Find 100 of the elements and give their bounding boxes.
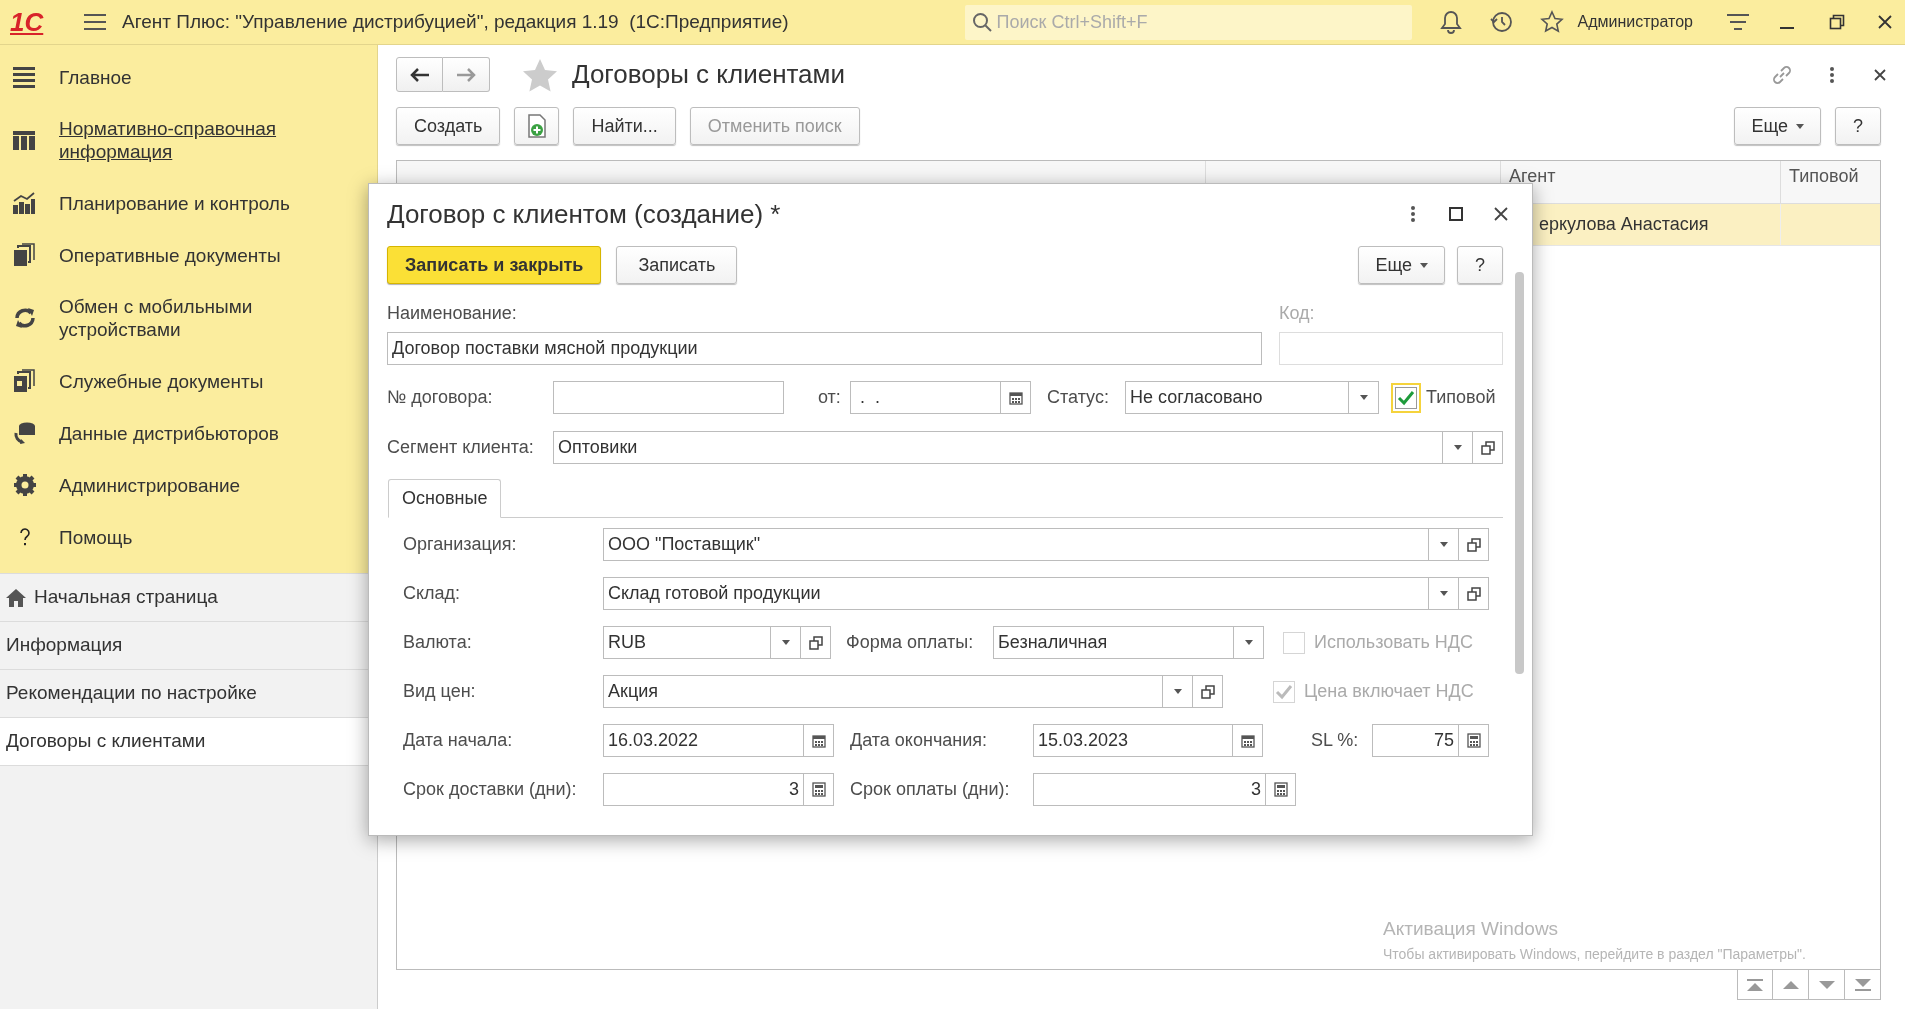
calculator-icon[interactable] bbox=[1273, 782, 1288, 797]
calculator-button[interactable] bbox=[804, 773, 834, 806]
stacked-documents-icon bbox=[13, 369, 37, 393]
star-icon[interactable] bbox=[522, 57, 558, 92]
user-name[interactable]: Администратор bbox=[1577, 10, 1693, 34]
open-button[interactable] bbox=[1459, 577, 1489, 610]
open-icon[interactable] bbox=[808, 635, 823, 650]
more-button[interactable]: Еще bbox=[1358, 246, 1445, 284]
scroll-bottom-button[interactable] bbox=[1845, 970, 1881, 1000]
dropdown-field[interactable]: RUB bbox=[603, 626, 771, 659]
scrollbar-thumb[interactable] bbox=[1515, 272, 1524, 674]
caret-icon[interactable] bbox=[1244, 640, 1253, 645]
calendar-button[interactable] bbox=[1233, 724, 1263, 757]
sidebar-item[interactable]: Обмен с мобильными устройствами bbox=[59, 295, 299, 341]
dropdown-field[interactable]: Безналичная bbox=[993, 626, 1234, 659]
help-button[interactable]: ? bbox=[1457, 246, 1503, 284]
scroll-top-button[interactable] bbox=[1737, 970, 1773, 1000]
page-title: Договоры с клиентами bbox=[572, 58, 845, 91]
sidebar-item[interactable]: Администрирование bbox=[59, 473, 299, 497]
calendar-icon[interactable] bbox=[1008, 390, 1023, 405]
star-icon[interactable] bbox=[1539, 10, 1564, 34]
search-field[interactable]: Поиск Ctrl+Shift+F bbox=[964, 4, 1412, 40]
calculator-icon[interactable] bbox=[811, 782, 826, 797]
sidebar-item[interactable]: Служебные документы bbox=[59, 369, 299, 393]
dropdown-field[interactable]: Оптовики bbox=[553, 431, 1443, 464]
calendar-button[interactable] bbox=[804, 724, 834, 757]
close-icon[interactable] bbox=[1493, 206, 1509, 222]
scroll-up-button[interactable] bbox=[1773, 970, 1809, 1000]
kebab-icon[interactable] bbox=[1410, 205, 1416, 223]
checkmark-icon bbox=[1397, 389, 1415, 406]
sidebar-item[interactable]: Оперативные документы bbox=[59, 243, 299, 267]
calculator-icon[interactable] bbox=[1466, 733, 1481, 748]
back-button[interactable] bbox=[396, 57, 443, 92]
toolbar-button[interactable]: Найти... bbox=[573, 107, 676, 145]
dropdown-field[interactable]: Не согласовано bbox=[1125, 381, 1349, 414]
field-label: Сегмент клиента: bbox=[387, 436, 535, 459]
open-button[interactable] bbox=[801, 626, 831, 659]
tab[interactable]: Основные bbox=[388, 479, 502, 518]
sidebar-item[interactable]: Данные дистрибьюторов bbox=[59, 421, 299, 445]
checkmark-icon bbox=[1275, 683, 1293, 700]
calculator-button[interactable] bbox=[1459, 724, 1489, 757]
number-field[interactable]: 3 bbox=[603, 773, 804, 806]
date-field[interactable]: . . bbox=[850, 381, 1001, 414]
caret-icon[interactable] bbox=[1173, 689, 1182, 694]
caret-icon[interactable] bbox=[1453, 445, 1462, 450]
triangle-down-icon bbox=[1818, 980, 1835, 989]
bell-icon[interactable] bbox=[1439, 10, 1462, 34]
calculator-button[interactable] bbox=[1266, 773, 1296, 806]
calendar-icon[interactable] bbox=[811, 733, 826, 748]
save-button[interactable]: Записать bbox=[616, 246, 738, 284]
date-field[interactable]: 15.03.2023 bbox=[1033, 724, 1233, 757]
open-icon[interactable] bbox=[1466, 586, 1481, 601]
column-header[interactable]: Типовой bbox=[1789, 163, 1859, 190]
open-button[interactable] bbox=[1459, 528, 1489, 561]
kebab-icon[interactable] bbox=[1829, 65, 1835, 84]
list-icon bbox=[13, 65, 37, 89]
more-button[interactable]: Еще bbox=[1734, 107, 1821, 145]
sync-icon bbox=[13, 306, 37, 330]
search-icon bbox=[971, 11, 992, 32]
open-icon[interactable] bbox=[1480, 440, 1495, 455]
app-logo[interactable]: 1С bbox=[10, 9, 56, 35]
number-field[interactable]: 3 bbox=[1033, 773, 1266, 806]
input-field[interactable] bbox=[1279, 332, 1503, 365]
maximize-icon[interactable] bbox=[1449, 207, 1463, 221]
caret-icon[interactable] bbox=[781, 640, 790, 645]
caret-icon[interactable] bbox=[1439, 591, 1448, 596]
sidebar-item[interactable]: Помощь bbox=[59, 525, 299, 549]
caret-icon[interactable] bbox=[1359, 395, 1368, 400]
open-icon[interactable] bbox=[1466, 537, 1481, 552]
open-button[interactable] bbox=[1193, 675, 1223, 708]
sidebar-item[interactable]: Планирование и контроль bbox=[59, 191, 299, 215]
date-field[interactable]: 16.03.2022 bbox=[603, 724, 804, 757]
last-icon bbox=[1854, 978, 1871, 991]
close-icon[interactable] bbox=[1873, 67, 1887, 82]
sidebar-item[interactable]: Нормативно-справочная информация bbox=[59, 117, 299, 163]
save-and-close-button[interactable]: Записать и закрыть bbox=[387, 246, 602, 284]
sidebar-item[interactable]: Главное bbox=[59, 65, 299, 89]
dropdown-field[interactable]: ООО "Поставщик" bbox=[603, 528, 1429, 561]
arrow-right-icon bbox=[456, 67, 476, 82]
open-button[interactable] bbox=[1473, 431, 1503, 464]
number-field[interactable]: 75 bbox=[1372, 724, 1459, 757]
dropdown-field[interactable]: Склад готовой продукции bbox=[603, 577, 1429, 610]
toolbar-button[interactable]: Создать bbox=[396, 107, 501, 145]
open-icon[interactable] bbox=[1200, 684, 1215, 699]
table-cell-text: еркулова Анастасия bbox=[1539, 213, 1709, 236]
caret-icon[interactable] bbox=[1439, 542, 1448, 547]
help-button[interactable]: ? bbox=[1835, 107, 1881, 145]
scroll-down-button[interactable] bbox=[1809, 970, 1845, 1000]
restore-icon[interactable] bbox=[1829, 14, 1845, 30]
field-label: Типовой bbox=[1426, 386, 1496, 409]
close-icon[interactable] bbox=[1877, 14, 1893, 30]
add-document-button[interactable] bbox=[514, 107, 560, 145]
history-icon[interactable] bbox=[1489, 10, 1514, 34]
calendar-button[interactable] bbox=[1001, 381, 1031, 414]
input-field[interactable]: Договор поставки мясной продукции bbox=[387, 332, 1262, 365]
dropdown-field[interactable]: Акция bbox=[603, 675, 1163, 708]
menu-icon[interactable] bbox=[84, 13, 106, 31]
input-field[interactable] bbox=[553, 381, 784, 414]
filter-lines-icon[interactable] bbox=[1727, 13, 1749, 31]
calendar-icon[interactable] bbox=[1240, 733, 1255, 748]
